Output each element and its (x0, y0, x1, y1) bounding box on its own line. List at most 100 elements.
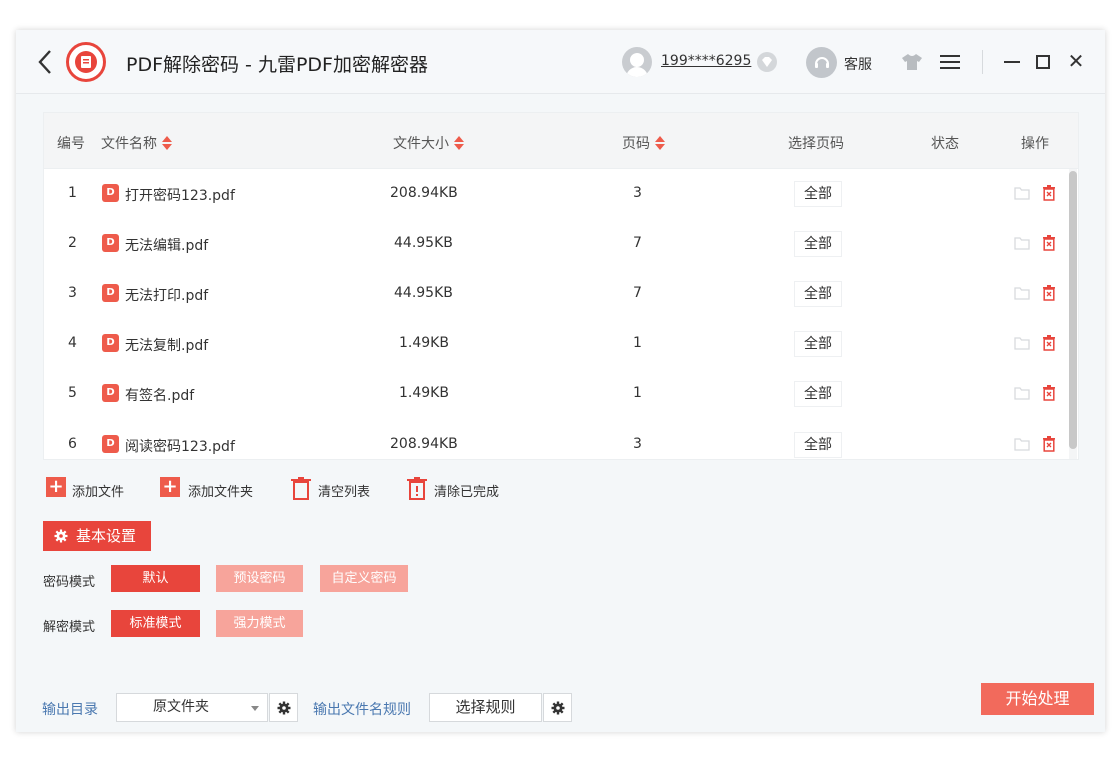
clear-list-label: 清空列表 (318, 485, 371, 500)
add-file-button[interactable]: + 添加文件 (46, 477, 136, 501)
row-file-size: 44.95KB (394, 285, 453, 301)
customer-service-icon[interactable] (806, 47, 837, 78)
add-file-label: 添加文件 (72, 485, 125, 500)
table-row[interactable]: 2 D 无法编辑.pdf 44.95KB 7 全部 (44, 219, 1078, 269)
open-folder-icon[interactable] (1014, 236, 1030, 250)
plus-icon: + (160, 477, 180, 497)
output-dir-select[interactable]: 原文件夹 (116, 693, 268, 722)
password-mode-label: 密码模式 (43, 575, 96, 590)
maximize-icon[interactable] (1036, 55, 1050, 69)
header-select-pages: 选择页码 (788, 136, 844, 152)
row-file-name: 阅读密码123.pdf (125, 439, 235, 455)
titlebar-divider (982, 50, 983, 74)
open-folder-icon[interactable] (1014, 437, 1030, 451)
delete-icon[interactable] (1042, 385, 1056, 401)
chevron-down-icon (251, 706, 259, 711)
sort-icon[interactable] (161, 135, 173, 151)
row-file-name: 有签名.pdf (125, 388, 195, 404)
gear-icon (551, 701, 564, 714)
trash-icon (291, 477, 311, 500)
row-page-count: 1 (633, 385, 642, 401)
table-body: 1 D 打开密码123.pdf 208.94KB 3 全部 2 D 无法编辑.p… (44, 169, 1078, 461)
page-range-select[interactable]: 全部 (794, 181, 842, 207)
table-row[interactable]: 3 D 无法打印.pdf 44.95KB 7 全部 (44, 269, 1078, 319)
select-rule-button[interactable]: 选择规则 (429, 693, 542, 722)
password-mode-preset[interactable]: 预设密码 (216, 565, 303, 592)
row-index: 3 (68, 285, 77, 301)
row-file-name: 无法编辑.pdf (125, 238, 209, 254)
delete-icon[interactable] (1042, 285, 1056, 301)
rule-settings-button[interactable] (543, 693, 572, 722)
row-file-size: 44.95KB (394, 235, 453, 251)
delete-icon[interactable] (1042, 335, 1056, 351)
sort-icon[interactable] (453, 135, 465, 151)
delete-icon[interactable] (1042, 185, 1056, 201)
page-range-select[interactable]: 全部 (794, 281, 842, 307)
delete-icon[interactable] (1042, 436, 1056, 452)
row-index: 1 (68, 185, 77, 201)
file-table: 编号 文件名称 文件大小 页码 选择页码 状态 操作 1 D 打开密码123.p… (43, 112, 1079, 460)
pdf-file-icon: D (102, 184, 119, 202)
user-name-link[interactable]: 199****6295 (661, 53, 751, 69)
table-header: 编号 文件名称 文件大小 页码 选择页码 状态 操作 (44, 113, 1078, 169)
header-pages[interactable]: 页码 (622, 133, 666, 153)
skin-shirt-icon[interactable] (901, 53, 923, 71)
plus-icon: + (46, 477, 66, 497)
decrypt-mode-label: 解密模式 (43, 620, 96, 635)
menu-icon[interactable] (940, 52, 960, 72)
vip-diamond-icon[interactable] (756, 51, 778, 73)
start-process-button[interactable]: 开始处理 (981, 683, 1094, 715)
page-range-select[interactable]: 全部 (794, 432, 842, 458)
page-range-select[interactable]: 全部 (794, 331, 842, 357)
output-dir-label: 输出目录 (42, 702, 98, 718)
open-folder-icon[interactable] (1014, 286, 1030, 300)
user-avatar-icon[interactable] (622, 47, 652, 77)
output-name-rule-label: 输出文件名规则 (313, 702, 411, 718)
clear-done-button[interactable]: 清除已完成 (406, 477, 516, 501)
row-file-size: 208.94KB (390, 185, 458, 201)
open-folder-icon[interactable] (1014, 386, 1030, 400)
output-dir-value: 原文件夹 (153, 699, 209, 715)
pdf-file-icon: D (102, 384, 119, 402)
app-title: PDF解除密码 - 九雷PDF加密解密器 (126, 54, 428, 76)
table-row[interactable]: 6 D 阅读密码123.pdf 208.94KB 3 全部 (44, 420, 1078, 461)
close-icon[interactable]: ✕ (1066, 50, 1086, 72)
basic-settings-header[interactable]: 基本设置 (43, 521, 151, 551)
table-row[interactable]: 5 D 有签名.pdf 1.49KB 1 全部 (44, 369, 1078, 419)
open-folder-icon[interactable] (1014, 186, 1030, 200)
table-row[interactable]: 4 D 无法复制.pdf 1.49KB 1 全部 (44, 319, 1078, 369)
password-mode-default[interactable]: 默认 (111, 565, 200, 592)
header-name[interactable]: 文件名称 (101, 133, 173, 153)
minimize-icon[interactable] (1002, 52, 1022, 72)
decrypt-mode-standard[interactable]: 标准模式 (111, 610, 200, 637)
app-logo-icon (66, 42, 106, 82)
page-range-select[interactable]: 全部 (794, 381, 842, 407)
header-status: 状态 (931, 136, 959, 152)
customer-service-label[interactable]: 客服 (844, 54, 872, 74)
header-name-label: 文件名称 (101, 136, 157, 152)
header-actions: 操作 (1021, 136, 1049, 152)
pdf-file-icon: D (102, 435, 119, 453)
password-mode-custom[interactable]: 自定义密码 (320, 565, 408, 592)
trash-done-icon (407, 477, 427, 500)
table-row[interactable]: 1 D 打开密码123.pdf 208.94KB 3 全部 (44, 169, 1078, 219)
header-size[interactable]: 文件大小 (393, 133, 465, 153)
row-page-count: 3 (633, 185, 642, 201)
decrypt-mode-strong[interactable]: 强力模式 (216, 610, 303, 637)
open-folder-icon[interactable] (1014, 336, 1030, 350)
row-file-name: 无法打印.pdf (125, 288, 209, 304)
clear-list-button[interactable]: 清空列表 (290, 477, 380, 501)
row-index: 6 (68, 436, 77, 452)
add-folder-button[interactable]: + 添加文件夹 (160, 477, 270, 501)
add-folder-label: 添加文件夹 (188, 485, 254, 500)
sort-icon[interactable] (654, 135, 666, 151)
delete-icon[interactable] (1042, 235, 1056, 251)
page-range-select[interactable]: 全部 (794, 231, 842, 257)
row-index: 4 (68, 335, 77, 351)
scrollbar-thumb[interactable] (1069, 171, 1077, 449)
back-arrow-icon[interactable] (36, 48, 56, 76)
output-dir-settings-button[interactable] (269, 693, 298, 722)
row-file-name: 无法复制.pdf (125, 338, 209, 354)
row-page-count: 3 (633, 436, 642, 452)
app-window: PDF解除密码 - 九雷PDF加密解密器 199****6295 客服 ✕ 编号… (16, 30, 1105, 732)
